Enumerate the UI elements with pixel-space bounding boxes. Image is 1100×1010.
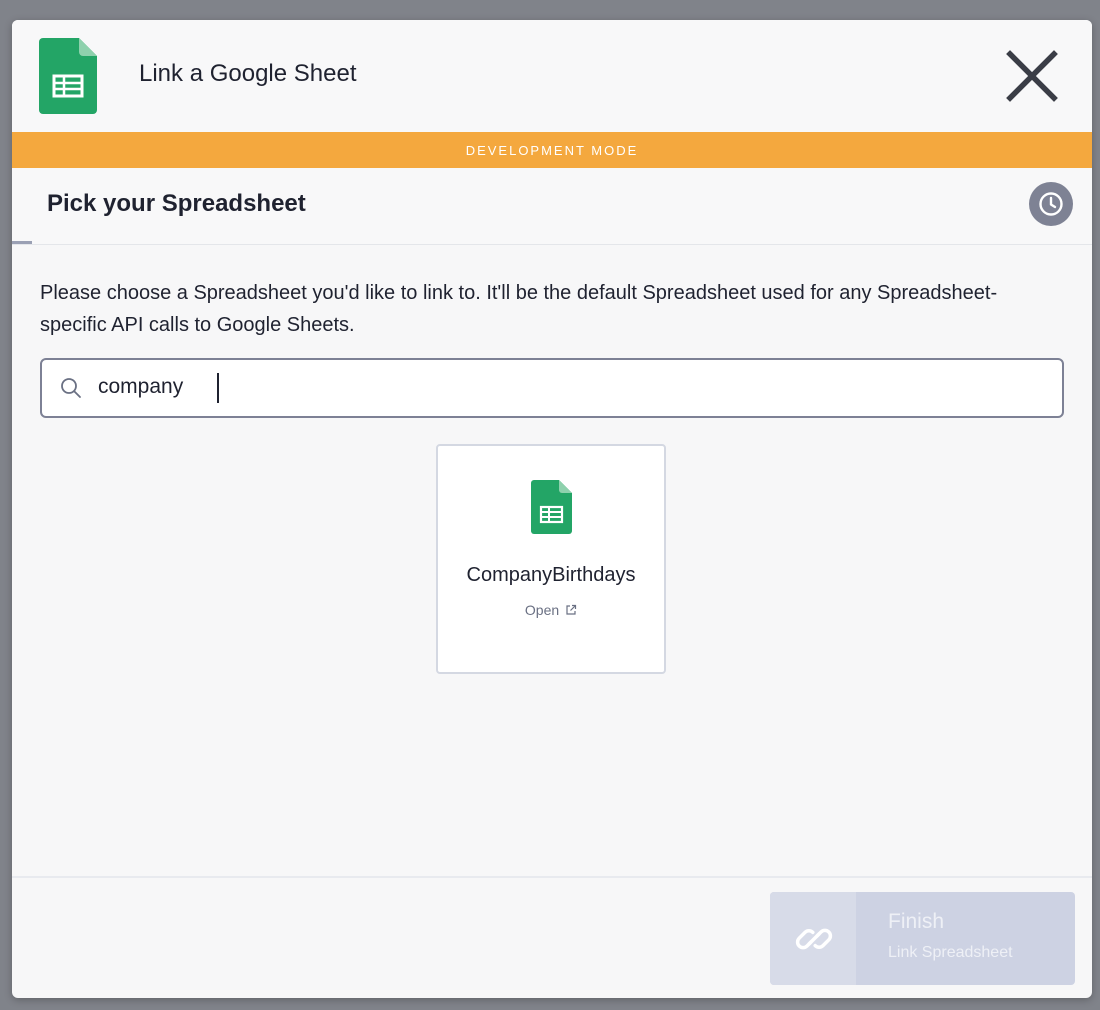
history-button[interactable] (1029, 182, 1073, 226)
instructions-text: Please choose a Spreadsheet you'd like t… (40, 282, 998, 336)
step-title: Pick your Spreadsheet (47, 190, 306, 217)
step-header: Pick your Spreadsheet (12, 168, 1092, 245)
text-caret (217, 373, 219, 403)
link-icon[interactable] (794, 919, 834, 959)
dialog-title: Link a Google Sheet (139, 60, 357, 87)
clock-icon[interactable] (1038, 191, 1064, 217)
step-indicator (12, 241, 32, 244)
external-link-icon[interactable] (565, 604, 577, 616)
search-icon (61, 378, 81, 398)
footer-divider (12, 876, 1092, 878)
search-input[interactable] (98, 369, 998, 405)
development-mode-banner: DEVELOPMENT MODE (12, 132, 1092, 168)
open-link[interactable]: Open (438, 602, 664, 618)
finish-button[interactable]: Finish Link Spreadsheet (770, 892, 1075, 985)
link-google-sheet-dialog: Link a Google Sheet DEVELOPMENT MODE Pic… (12, 20, 1092, 998)
spreadsheet-result-card[interactable]: CompanyBirthdays Open (436, 444, 666, 674)
open-link-label[interactable]: Open (525, 602, 559, 618)
finish-icon-container[interactable] (770, 892, 856, 985)
close-button[interactable] (1006, 50, 1058, 102)
finish-label[interactable]: Finish (888, 910, 944, 934)
finish-sublabel[interactable]: Link Spreadsheet (888, 944, 1013, 962)
spreadsheet-search[interactable] (40, 358, 1064, 418)
dialog-header: Link a Google Sheet (12, 20, 1092, 132)
google-sheets-icon (531, 480, 572, 534)
close-icon[interactable] (1006, 50, 1058, 102)
google-sheets-logo-icon (39, 38, 97, 114)
spreadsheet-name: CompanyBirthdays (466, 564, 636, 586)
